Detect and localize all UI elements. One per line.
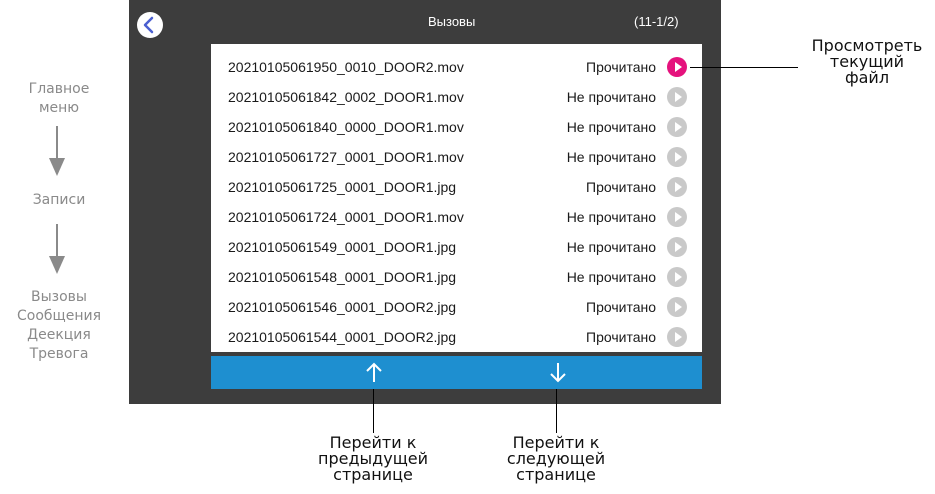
list-item[interactable]: 20210105061725_0001_DOOR1.jpg Прочитано (211, 172, 702, 202)
list-item[interactable]: 20210105061950_0010_DOOR2.mov Прочитано (211, 52, 702, 82)
play-icon[interactable] (667, 147, 687, 167)
arrow-down-icon (550, 363, 566, 383)
read-status: Не прочитано (566, 209, 656, 225)
records-list: 20210105061950_0010_DOOR2.mov Прочитано … (211, 44, 702, 352)
play-icon[interactable] (667, 87, 687, 107)
read-status: Прочитано (586, 59, 656, 75)
list-item[interactable]: 20210105061544_0001_DOOR2.jpg Прочитано (211, 322, 702, 352)
flow-step-main-menu: Главное меню (0, 80, 118, 118)
read-status: Прочитано (586, 179, 656, 195)
device-screen: Вызовы (11-1/2) 20210105061950_0010_DOOR… (129, 0, 721, 404)
callout-prev-page: Перейти к предыдущей странице (303, 435, 443, 483)
read-status: Не прочитано (566, 239, 656, 255)
flow-step-categories: Вызовы Сообщения Деекция Тревога (0, 288, 118, 364)
flow-step-main-menu-line2: меню (38, 100, 80, 116)
callout-view-line3: файл (844, 68, 890, 87)
chevron-left-icon (143, 16, 154, 34)
read-status: Не прочитано (566, 269, 656, 285)
list-item[interactable]: 20210105061727_0001_DOOR1.mov Не прочита… (211, 142, 702, 172)
list-item[interactable]: 20210105061546_0001_DOOR2.jpg Прочитано (211, 292, 702, 322)
file-name: 20210105061544_0001_DOOR2.jpg (228, 329, 457, 345)
page-nav-bar (211, 356, 702, 389)
callout-line-view (690, 67, 798, 68)
read-status: Не прочитано (566, 149, 656, 165)
prev-page-button[interactable] (354, 356, 394, 389)
arrow-up-icon (366, 362, 382, 382)
callout-next-line3: странице (516, 465, 596, 484)
file-name: 20210105061840_0000_DOOR1.mov (228, 119, 464, 135)
flow-step-messages: Сообщения (16, 308, 101, 324)
file-name: 20210105061725_0001_DOOR1.jpg (228, 179, 457, 195)
callout-prev-line3: странице (333, 465, 413, 484)
play-icon[interactable] (667, 267, 687, 287)
play-icon[interactable] (667, 177, 687, 197)
file-name: 20210105061548_0001_DOOR1.jpg (228, 269, 457, 285)
play-icon[interactable] (667, 57, 687, 77)
list-item[interactable]: 20210105061840_0000_DOOR1.mov Не прочита… (211, 112, 702, 142)
file-name: 20210105061842_0002_DOOR1.mov (228, 89, 464, 105)
read-status: Не прочитано (566, 89, 656, 105)
flow-arrow-down-icon (49, 224, 65, 274)
callout-view-file: Просмотреть текущий файл (802, 38, 932, 86)
flow-step-calls: Вызовы (31, 289, 87, 305)
play-icon[interactable] (667, 327, 687, 347)
file-name: 20210105061724_0001_DOOR1.mov (228, 209, 464, 225)
callout-next-page: Перейти к следующей странице (486, 435, 626, 483)
play-icon[interactable] (667, 207, 687, 227)
file-name: 20210105061546_0001_DOOR2.jpg (228, 299, 457, 315)
page-counter: (11-1/2) (634, 14, 679, 29)
play-icon[interactable] (667, 117, 687, 137)
file-name: 20210105061950_0010_DOOR2.mov (228, 59, 464, 75)
file-name: 20210105061727_0001_DOOR1.mov (228, 149, 464, 165)
flow-step-detection: Деекция (27, 327, 91, 343)
callout-line-next (556, 389, 557, 433)
list-item[interactable]: 20210105061842_0002_DOOR1.mov Не прочита… (211, 82, 702, 112)
callout-line-prev (373, 389, 374, 433)
list-item[interactable]: 20210105061724_0001_DOOR1.mov Не прочита… (211, 202, 702, 232)
file-name: 20210105061549_0001_DOOR1.jpg (228, 239, 457, 255)
list-item[interactable]: 20210105061548_0001_DOOR1.jpg Не прочита… (211, 262, 702, 292)
read-status: Не прочитано (566, 119, 656, 135)
back-button[interactable] (137, 12, 163, 38)
flow-step-main-menu-line1: Главное (28, 81, 90, 97)
flow-step-records: Записи (0, 191, 118, 210)
flow-step-alarm: Тревога (29, 346, 89, 362)
flow-arrow-down-icon (49, 126, 65, 176)
list-item[interactable]: 20210105061549_0001_DOOR1.jpg Не прочита… (211, 232, 702, 262)
flow-step-records-label: Записи (32, 192, 86, 208)
play-icon[interactable] (667, 237, 687, 257)
read-status: Прочитано (586, 299, 656, 315)
page-title: Вызовы (428, 14, 476, 29)
play-icon[interactable] (667, 297, 687, 317)
read-status: Прочитано (586, 329, 656, 345)
next-page-button[interactable] (538, 356, 578, 389)
